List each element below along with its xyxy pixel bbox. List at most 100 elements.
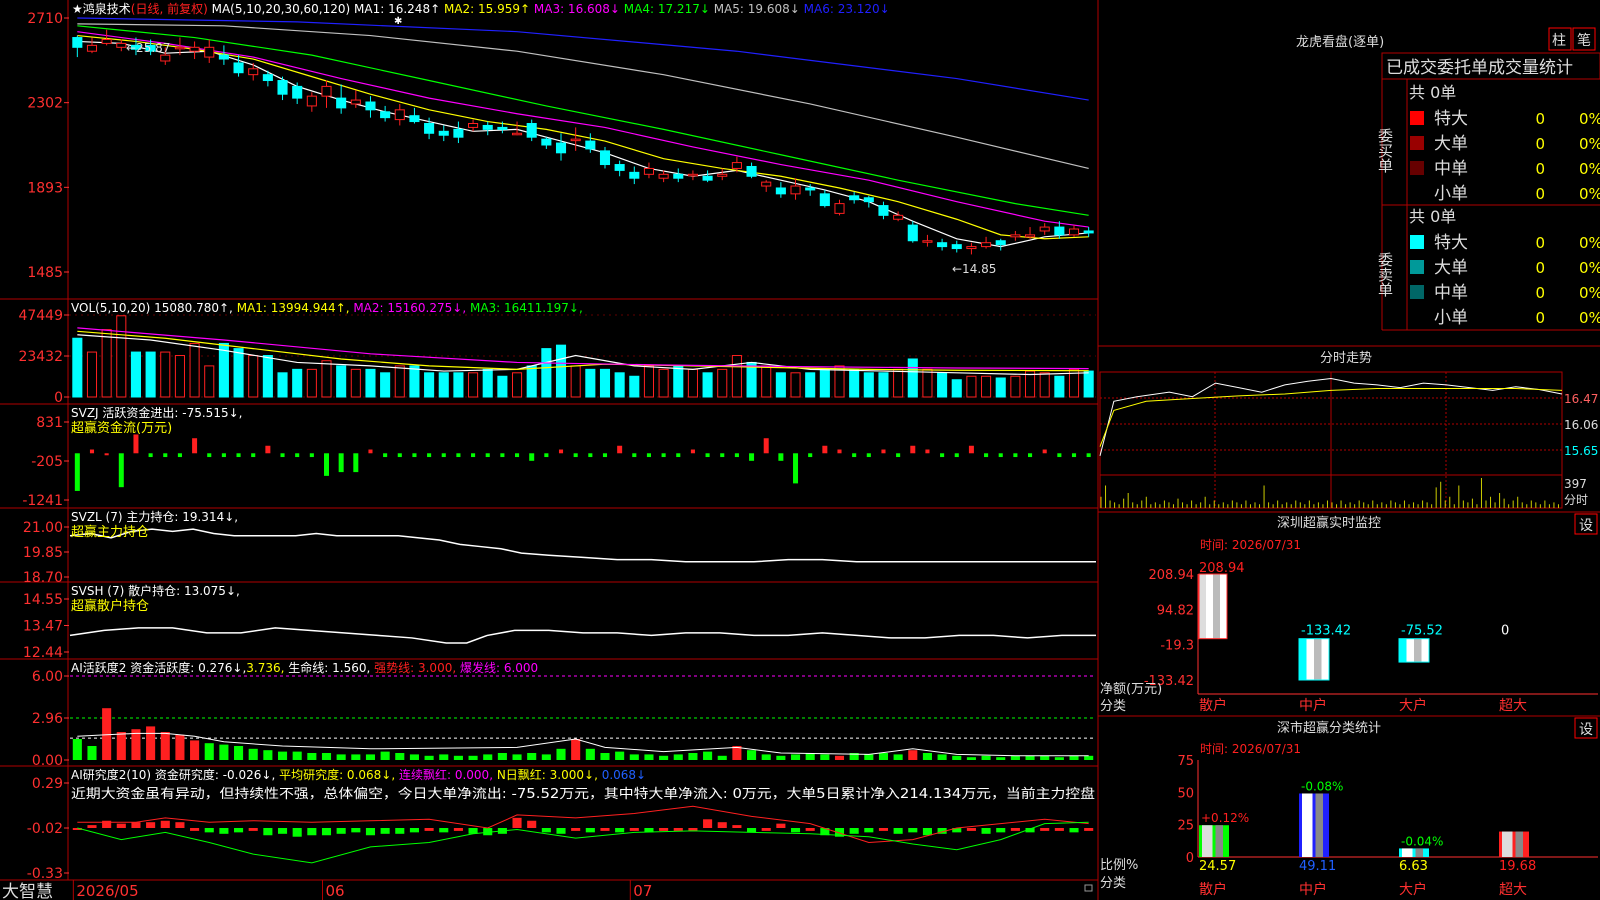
ai-research-bar bbox=[424, 828, 434, 831]
ai-research-bar bbox=[1054, 828, 1064, 831]
ai-active-bar bbox=[351, 754, 361, 760]
ai-active-bar bbox=[321, 753, 332, 760]
ai-active-bar bbox=[497, 753, 507, 760]
svzj-bar bbox=[558, 449, 564, 454]
volume-legend: VOL(5,10,20) 15080.780↑, MA1: 13994.944↑… bbox=[71, 301, 583, 315]
ai-research-bar bbox=[204, 828, 214, 833]
volume-bar bbox=[116, 315, 127, 398]
ai-research-bar bbox=[922, 828, 932, 836]
svzj-bar bbox=[646, 453, 652, 458]
order-percent: 0% bbox=[1579, 160, 1600, 178]
svzj-bar bbox=[1057, 453, 1062, 458]
ai-active-bar bbox=[116, 732, 126, 760]
volume-bar bbox=[160, 351, 171, 398]
svzj-bar bbox=[822, 445, 828, 454]
svzj-bar bbox=[471, 453, 476, 458]
order-class-name: 特大 bbox=[1434, 233, 1468, 253]
volume-bar bbox=[937, 372, 948, 398]
volume-bar bbox=[453, 372, 464, 398]
legend-swatch bbox=[1410, 136, 1424, 150]
ai-research-bar bbox=[556, 828, 566, 834]
volume-bar bbox=[365, 368, 376, 398]
volume-bar bbox=[702, 372, 713, 398]
svzj-bar bbox=[514, 453, 520, 458]
candle-body bbox=[570, 138, 581, 142]
candle-body bbox=[834, 203, 845, 214]
svzj-subtitle: 超赢资金流(万元) bbox=[71, 420, 172, 436]
y-tick-label: 13.47 bbox=[23, 619, 63, 635]
legend-item: 连续飘红: 0.000, bbox=[399, 767, 497, 782]
ai-active-bar bbox=[673, 754, 683, 760]
svzj-bar bbox=[881, 449, 886, 454]
classify-category-label: 超大 bbox=[1499, 882, 1527, 898]
ai-active-bar bbox=[703, 751, 713, 760]
ai-research-bar bbox=[234, 828, 244, 833]
ai-active-bar bbox=[175, 734, 185, 760]
ai-research-bar bbox=[878, 828, 889, 831]
candle-body bbox=[951, 244, 962, 250]
monitor-time: 时间: 2026/07/31 bbox=[1200, 538, 1301, 552]
legend-item: (日线, 前复权) bbox=[131, 1, 212, 16]
ai-research-bar bbox=[615, 828, 625, 833]
ai-research-bar bbox=[307, 828, 317, 836]
y-tick-label: 2.96 bbox=[32, 711, 63, 727]
svzj-bar bbox=[338, 453, 344, 473]
volume-bar bbox=[951, 379, 962, 398]
volume-bar bbox=[966, 375, 977, 398]
volume-bar bbox=[262, 355, 273, 398]
ai-research-bar bbox=[776, 823, 786, 828]
svzj-bar bbox=[573, 453, 578, 458]
candle-body bbox=[526, 123, 537, 138]
y-tick-label: 2302 bbox=[27, 96, 63, 112]
order-count: 0 bbox=[1535, 135, 1545, 153]
ai-research-bar bbox=[790, 828, 801, 833]
ai-research-bar bbox=[219, 828, 229, 834]
ai-active-bar bbox=[87, 746, 97, 760]
volume-bar bbox=[336, 365, 347, 398]
legend-item: 生命线: 1.560, bbox=[288, 660, 374, 675]
monitor-category-label: 中户 bbox=[1299, 697, 1327, 714]
ai-active-bar bbox=[541, 754, 551, 760]
monitor-xlabel: 分类 bbox=[1100, 699, 1126, 714]
ai-active-bar bbox=[805, 753, 815, 760]
y-tick-label: 6.00 bbox=[32, 669, 63, 685]
legend-item: MA5: 19.608↓ bbox=[714, 2, 804, 16]
ai-active-bar bbox=[908, 750, 918, 760]
order-class-name: 中单 bbox=[1434, 283, 1468, 303]
ai-research-bar bbox=[439, 828, 449, 833]
volume-bar bbox=[775, 372, 786, 398]
volume-bar bbox=[863, 372, 874, 398]
legend-swatch bbox=[1410, 235, 1424, 249]
ai-research-bar bbox=[966, 828, 976, 831]
svzj-bar bbox=[661, 453, 666, 458]
ai-research-comment: 近期大资金虽有异动，但持续性不强，总体偏空，今日大单净流出: -75.52万元，… bbox=[71, 786, 1095, 802]
ai-research-bar bbox=[380, 828, 390, 834]
order-class-name: 小单 bbox=[1434, 308, 1468, 328]
volume-bar bbox=[673, 365, 684, 398]
legend-item: 平均研究度: 0.068↓, bbox=[279, 767, 399, 782]
candle-body bbox=[893, 214, 904, 220]
ai-active-bar bbox=[527, 753, 537, 760]
classify-xlabel: 分类 bbox=[1100, 876, 1126, 891]
svzj-bar bbox=[148, 453, 153, 458]
candle-body bbox=[687, 173, 698, 177]
ai-research-bar bbox=[175, 822, 185, 828]
order-percent: 0% bbox=[1579, 259, 1600, 277]
ai-research-bar bbox=[351, 828, 361, 833]
svzj-bar bbox=[89, 449, 95, 454]
candle-body bbox=[746, 165, 757, 177]
monitor-bar bbox=[1398, 638, 1430, 663]
candle-body bbox=[805, 187, 816, 191]
candle-body bbox=[937, 242, 948, 248]
svsh-y-axis: 14.55 13.47 12.44 bbox=[23, 592, 69, 661]
volume-bar bbox=[717, 368, 728, 398]
order-count: 0 bbox=[1535, 309, 1545, 327]
svzj-bar bbox=[1086, 453, 1091, 458]
classify-bar bbox=[1399, 848, 1429, 857]
ai-active-bar bbox=[834, 755, 845, 760]
candle-body bbox=[497, 126, 508, 130]
volume-bar bbox=[761, 365, 772, 398]
volume-bar bbox=[658, 368, 669, 398]
ai-research-bar bbox=[395, 828, 405, 834]
order-count: 0 bbox=[1535, 284, 1545, 302]
